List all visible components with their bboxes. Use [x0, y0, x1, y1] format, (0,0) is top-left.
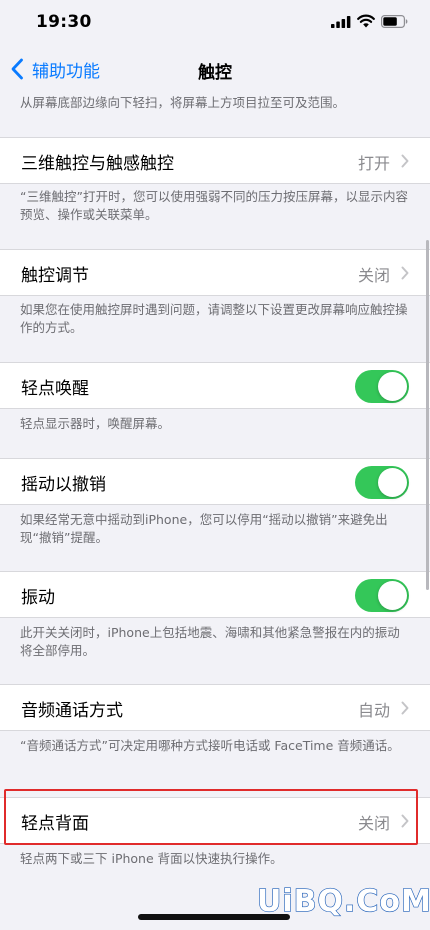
toggle-knob	[378, 468, 407, 497]
row-value: 关闭	[357, 266, 390, 285]
shake-to-undo-toggle[interactable]	[355, 466, 409, 499]
settings-row-vibration: 振动	[0, 571, 430, 618]
battery-icon	[381, 15, 408, 28]
tap-to-wake-footer: 轻点显示器时，唤醒屏幕。	[20, 416, 171, 431]
chevron-right-icon	[401, 814, 409, 828]
scroll-indicator[interactable]	[426, 240, 429, 590]
settings-row-back-tap[interactable]: 轻点背面 关闭	[0, 797, 430, 844]
settings-row-3d-touch[interactable]: 三维触控与触感触控 打开	[0, 137, 430, 184]
row-label: 摇动以撤销	[21, 475, 106, 495]
status-time: 19:30	[36, 12, 92, 32]
touch-accommodations-footer: 如果您在使用触控屏时遇到问题，请调整以下设置更改屏幕响应触控操作的方式。	[20, 302, 408, 335]
row-value: 关闭	[357, 814, 390, 833]
watermark-logo: UiBQ.CoM	[256, 883, 430, 919]
toggle-knob	[378, 372, 407, 401]
toggle-knob	[378, 581, 407, 610]
shake-to-undo-footer: 如果经常无意中摇动到iPhone，您可以停用“摇动以撤销”来避免出现“撤销”提醒…	[20, 512, 388, 545]
row-label: 音频通话方式	[21, 701, 123, 721]
row-value: 打开	[357, 154, 390, 173]
cellular-signal-icon	[331, 16, 351, 28]
call-audio-routing-footer: “音频通话方式”可决定用哪种方式接听电话或 FaceTime 音频通话。	[20, 738, 400, 753]
tap-to-wake-toggle[interactable]	[355, 370, 409, 403]
row-label: 振动	[21, 588, 55, 608]
chevron-right-icon	[401, 266, 409, 280]
vibration-toggle[interactable]	[355, 579, 409, 612]
3d-touch-footer: “三维触控”打开时，您可以使用强弱不同的压力按压屏幕，以显示内容预览、操作或关联…	[20, 189, 408, 222]
settings-row-shake-to-undo: 摇动以撤销	[0, 458, 430, 505]
navigation-bar: 辅助功能 触控	[0, 48, 430, 90]
settings-row-call-audio-routing[interactable]: 音频通话方式 自动	[0, 684, 430, 731]
wifi-icon	[357, 14, 375, 28]
chevron-right-icon	[401, 701, 409, 715]
row-label: 三维触控与触感触控	[21, 154, 174, 174]
reachability-footer: 从屏幕底部边缘向下轻扫，将屏幕上方项目拉至可及范围。	[20, 95, 346, 110]
row-label: 触控调节	[21, 266, 89, 286]
settings-row-touch-accommodations[interactable]: 触控调节 关闭	[0, 249, 430, 296]
row-value: 自动	[357, 701, 390, 720]
chevron-right-icon	[401, 154, 409, 168]
back-tap-footer: 轻点两下或三下 iPhone 背面以快速执行操作。	[20, 851, 283, 866]
settings-row-tap-to-wake: 轻点唤醒	[0, 362, 430, 409]
vibration-footer: 此开关关闭时，iPhone上包括地震、海啸和其他紧急警报在内的振动将全部停用。	[20, 625, 400, 658]
status-bar: 19:30	[0, 0, 430, 48]
row-label: 轻点唤醒	[21, 379, 89, 399]
page-title: 触控	[198, 63, 232, 83]
row-label: 轻点背面	[21, 814, 89, 834]
